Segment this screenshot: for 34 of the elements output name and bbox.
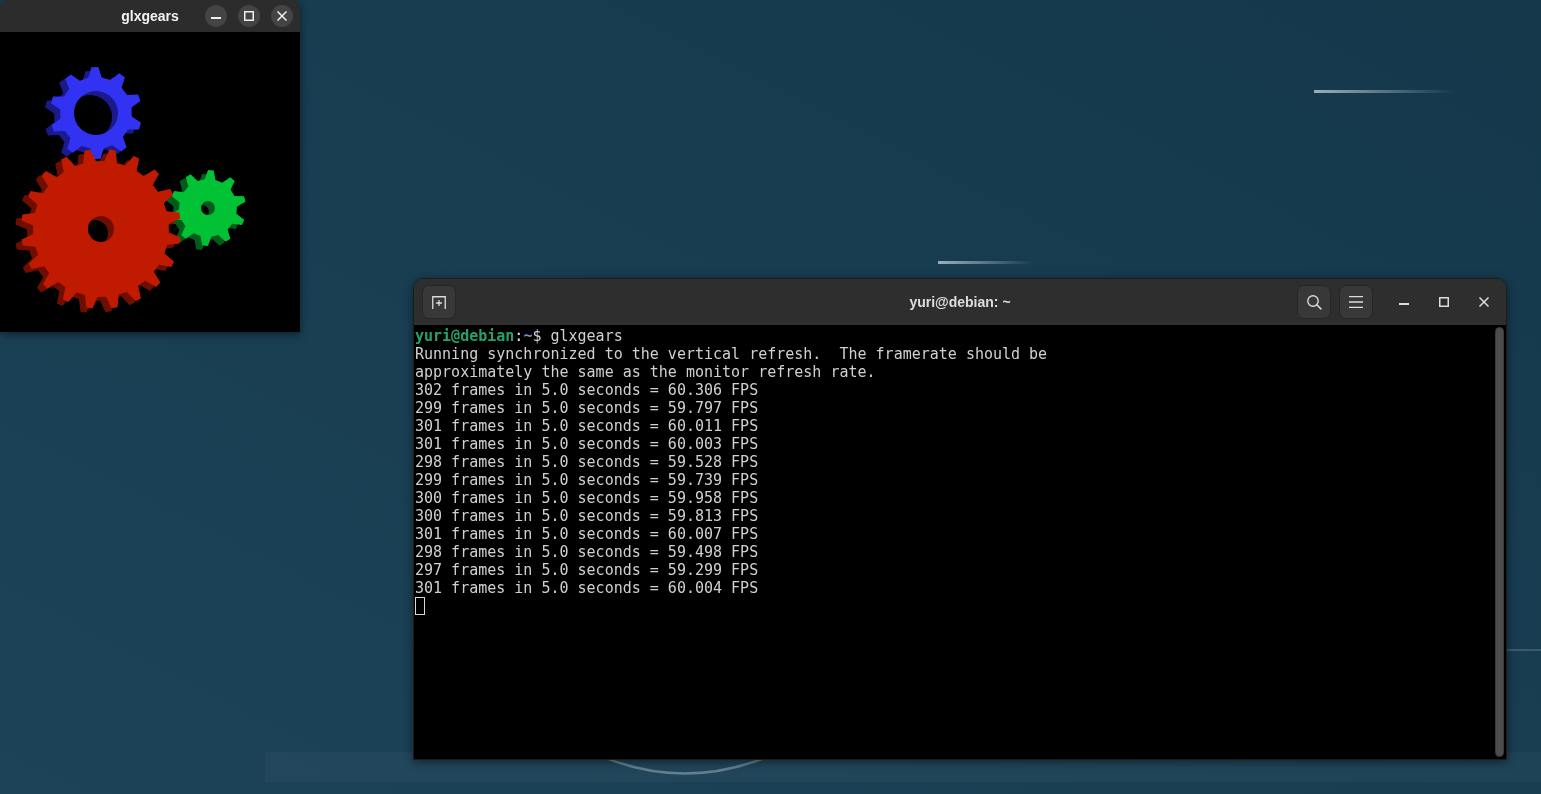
output-line: 300 frames in 5.0 seconds = 59.813 FPS — [415, 507, 760, 525]
maximize-icon — [1439, 297, 1449, 307]
output-line: 297 frames in 5.0 seconds = 59.299 FPS — [415, 561, 760, 579]
output-line: Running synchronized to the vertical refresh. The framerate should be — [415, 345, 1049, 363]
new-tab-button[interactable] — [422, 285, 456, 319]
scrollbar-thumb[interactable] — [1495, 327, 1504, 757]
menu-button[interactable] — [1339, 285, 1373, 319]
search-button[interactable] — [1297, 285, 1331, 319]
output-line: 301 frames in 5.0 seconds = 60.007 FPS — [415, 525, 760, 543]
new-tab-icon — [432, 295, 446, 309]
close-button[interactable] — [271, 5, 293, 27]
output-line: 301 frames in 5.0 seconds = 60.003 FPS — [415, 435, 760, 453]
output-line: 301 frames in 5.0 seconds = 60.011 FPS — [415, 417, 760, 435]
output-line: 299 frames in 5.0 seconds = 59.739 FPS — [415, 471, 760, 489]
maximize-icon — [244, 11, 254, 21]
output-line: approximately the same as the monitor refresh rate. — [415, 363, 877, 381]
output-line: 301 frames in 5.0 seconds = 60.004 FPS — [415, 579, 760, 597]
minimize-button[interactable] — [205, 5, 227, 27]
close-icon — [1479, 297, 1489, 307]
output-line: 298 frames in 5.0 seconds = 59.498 FPS — [415, 543, 760, 561]
window-title: yuri@debian: ~ — [909, 292, 1011, 312]
menu-icon — [1349, 296, 1363, 308]
maximize-button[interactable] — [238, 5, 260, 27]
search-icon — [1306, 294, 1322, 310]
window-title: glxgears — [121, 6, 179, 26]
text-cursor — [415, 597, 425, 615]
output-line: 298 frames in 5.0 seconds = 59.528 FPS — [415, 453, 760, 471]
output-line: 300 frames in 5.0 seconds = 59.958 FPS — [415, 489, 760, 507]
output-line: 302 frames in 5.0 seconds = 60.306 FPS — [415, 381, 760, 399]
output-line: 299 frames in 5.0 seconds = 59.797 FPS — [415, 399, 760, 417]
minimize-icon — [1399, 303, 1409, 305]
close-icon — [277, 11, 287, 21]
minimize-icon — [211, 16, 221, 19]
prompt-line: yuri@debian:~$ glxgears — [415, 327, 624, 345]
